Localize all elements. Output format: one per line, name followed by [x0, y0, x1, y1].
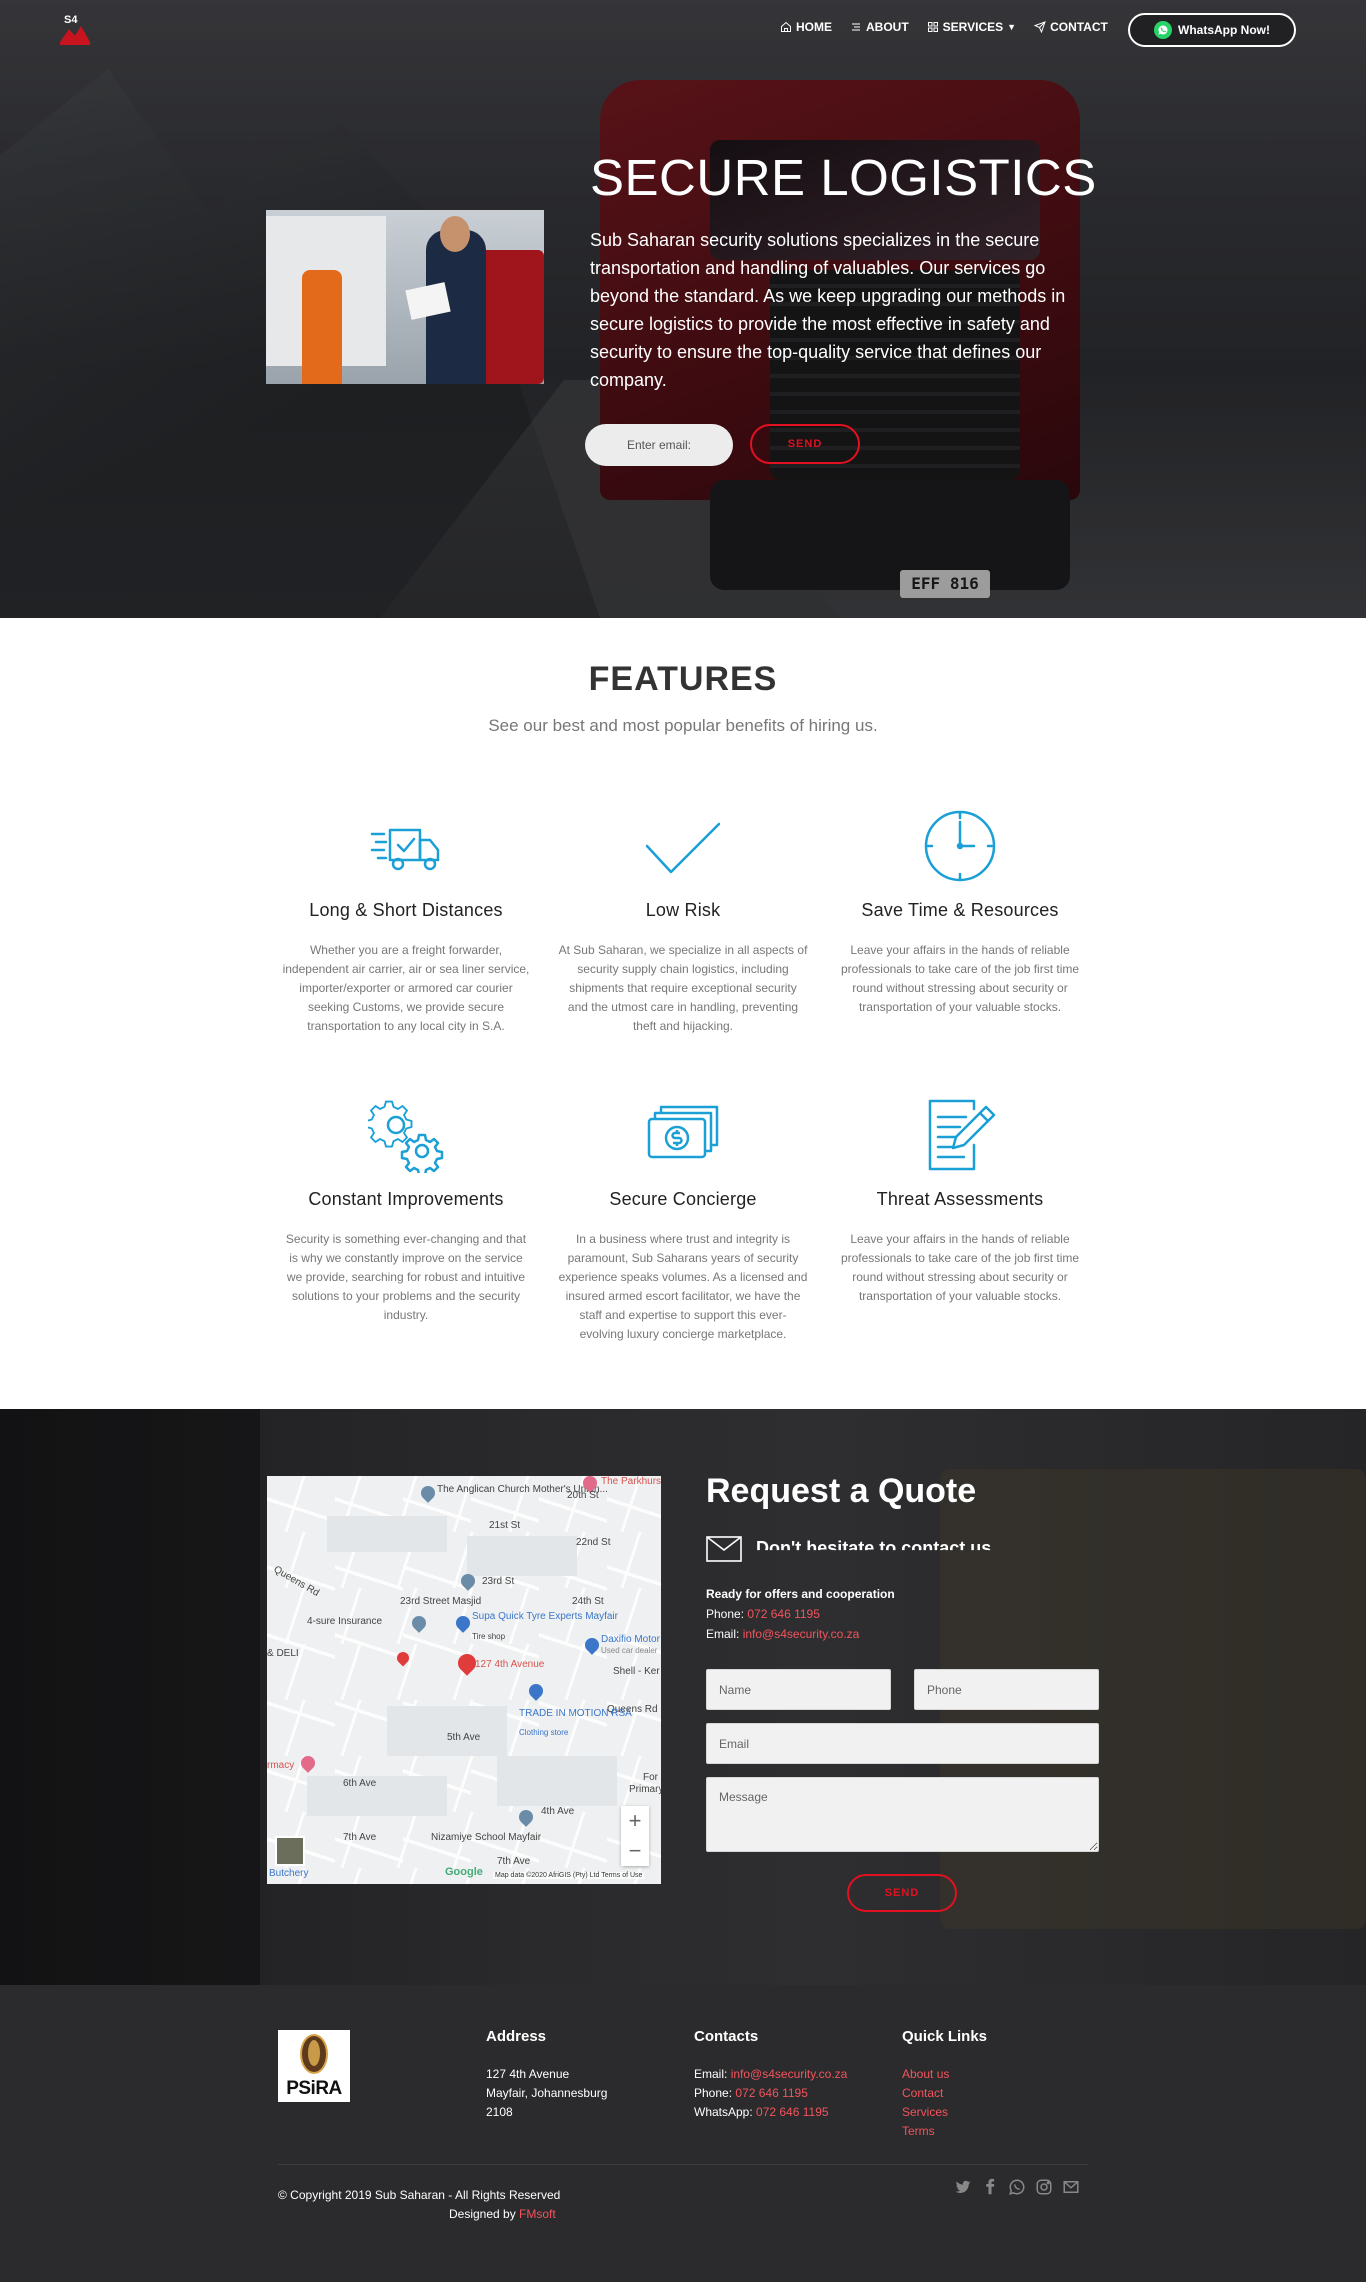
feature-card: Secure Concierge In a business where tru… — [558, 1097, 808, 1344]
feature-text: Leave your affairs in the hands of relia… — [840, 1232, 1080, 1303]
map-zoom-out-button[interactable]: − — [621, 1836, 649, 1866]
nav-contact-label: CONTACT — [1050, 20, 1108, 34]
footer-contacts-title: Contacts — [694, 2028, 759, 2045]
checkmark-icon — [645, 808, 721, 884]
whatsapp-now-button[interactable]: WhatsApp Now! — [1128, 13, 1296, 47]
feature-title: Threat Assessments — [876, 1189, 1044, 1209]
facebook-icon[interactable] — [981, 2178, 999, 2196]
main-menu: HOME ABOUT SERVICES ▼ CONTACT — [780, 20, 1108, 34]
quote-send-button[interactable]: SEND — [847, 1874, 957, 1912]
nav-home-label: HOME — [796, 20, 832, 34]
send-icon — [1034, 21, 1046, 33]
chevron-down-icon: ▼ — [1007, 22, 1017, 32]
feature-title: Save Time & Resources — [861, 900, 1059, 920]
footer-quick-links-title: Quick Links — [902, 2028, 988, 2045]
footer-phone-link[interactable]: 072 646 1195 — [735, 2086, 808, 2100]
logo-text: S4 — [64, 14, 78, 26]
top-navbar: S4 HOME ABOUT SERVICES ▼ CONTACT WhatsAp… — [0, 0, 1366, 60]
quote-ready-text: Ready for offers and cooperation — [706, 1587, 895, 1601]
feature-card: Long & Short Distances Whether you are a… — [281, 808, 531, 1036]
google-logo: Google — [445, 1866, 483, 1878]
message-field[interactable] — [706, 1777, 1099, 1852]
money-icon — [645, 1097, 721, 1173]
footer-whatsapp-link[interactable]: 072 646 1195 — [756, 2105, 829, 2119]
feature-text: Leave your affairs in the hands of relia… — [840, 943, 1080, 1014]
hero-section: EFF 816 S4 HOME ABOUT SERVICES ▼ CONTACT… — [0, 0, 1366, 618]
quote-section — [0, 1409, 1366, 1985]
feature-card: Save Time & Resources Leave your affairs… — [835, 808, 1085, 1017]
quote-phone-link[interactable]: 072 646 1195 — [747, 1607, 820, 1621]
footer-contacts: Contacts Email: info@s4security.co.za Ph… — [694, 2028, 848, 2119]
feature-title: Long & Short Distances — [309, 900, 503, 920]
footer-address: Address 127 4th Avenue Mayfair, Johannes… — [486, 2028, 608, 2119]
map-zoom-controls: + − — [621, 1806, 649, 1866]
designer-link[interactable]: FMsoft — [519, 2207, 556, 2221]
site-logo[interactable]: S4 — [60, 14, 94, 46]
feature-title: Low Risk — [645, 900, 721, 920]
designed-by-text: Designed by FMsoft — [449, 2207, 556, 2221]
feature-card: Threat Assessments Leave your affairs in… — [835, 1097, 1085, 1306]
footer-address-title: Address — [486, 2028, 547, 2045]
nav-about[interactable]: ABOUT — [850, 20, 909, 34]
list-icon — [852, 23, 860, 31]
whatsapp-icon[interactable] — [1008, 2178, 1026, 2196]
footer-divider — [278, 2164, 1088, 2165]
quote-title: Request a Quote — [706, 1472, 977, 1510]
nav-contact[interactable]: CONTACT — [1034, 20, 1108, 34]
google-map[interactable]: The Anglican Church Mother's Union... Th… — [267, 1476, 661, 1884]
feature-card: Low Risk At Sub Saharan, we specialize i… — [558, 808, 808, 1036]
whatsapp-button-label: WhatsApp Now! — [1178, 23, 1270, 37]
feature-text: In a business where trust and integrity … — [558, 1232, 808, 1341]
clock-icon — [922, 808, 998, 884]
nav-services[interactable]: SERVICES ▼ — [927, 20, 1016, 34]
features-title: FEATURES — [588, 660, 778, 698]
footer-email-link[interactable]: info@s4security.co.za — [731, 2067, 848, 2081]
name-field[interactable] — [706, 1669, 891, 1710]
instagram-icon[interactable] — [1035, 2178, 1053, 2196]
psira-logo: PSiRA — [278, 2030, 350, 2102]
twitter-icon[interactable] — [954, 2178, 972, 2196]
map-zoom-in-button[interactable]: + — [621, 1806, 649, 1836]
map-attribution[interactable]: Map data ©2020 AfriGIS (Pty) Ltd Terms o… — [493, 1872, 645, 1879]
site-footer — [0, 1985, 1366, 2282]
nav-about-label: ABOUT — [866, 20, 909, 34]
home-icon — [781, 21, 791, 32]
psira-logo-text: PSiRA — [286, 2078, 342, 2099]
truck-icon — [368, 808, 444, 884]
envelope-icon — [706, 1536, 742, 1562]
footer-quick-links: Quick Links About us Contact Services Te… — [902, 2028, 987, 2141]
feature-text: Security is something ever-changing and … — [285, 1232, 527, 1322]
map-satellite-toggle[interactable] — [275, 1836, 305, 1866]
footer-link-terms[interactable]: Terms — [902, 2122, 987, 2141]
nav-home[interactable]: HOME — [780, 20, 832, 34]
feature-text: Whether you are a freight forwarder, ind… — [282, 943, 530, 1033]
document-edit-icon — [922, 1097, 998, 1173]
whatsapp-icon — [1154, 21, 1172, 39]
footer-link-services[interactable]: Services — [902, 2103, 987, 2122]
feature-title: Secure Concierge — [609, 1189, 757, 1209]
mail-icon[interactable] — [1062, 2178, 1080, 2196]
footer-link-contact[interactable]: Contact — [902, 2084, 987, 2103]
hero-title: SECURE LOGISTICS — [590, 149, 1097, 206]
quote-email: Email: info@s4security.co.za — [706, 1627, 860, 1641]
email-field[interactable] — [706, 1723, 1099, 1764]
hero-description: Sub Saharan security solutions specializ… — [590, 230, 1066, 390]
feature-title: Constant Improvements — [308, 1189, 504, 1209]
features-subtitle: See our best and most popular benefits o… — [488, 716, 878, 735]
security-officer-photo — [266, 210, 544, 384]
footer-link-about[interactable]: About us — [902, 2065, 987, 2084]
social-links — [954, 2178, 1080, 2196]
phone-field[interactable] — [914, 1669, 1099, 1710]
quote-phone: Phone: 072 646 1195 — [706, 1607, 820, 1621]
hero-email-input[interactable] — [585, 424, 733, 466]
feature-text: At Sub Saharan, we specialize in all asp… — [558, 943, 808, 1033]
gears-icon — [365, 1097, 444, 1177]
quote-email-link[interactable]: info@s4security.co.za — [743, 1627, 860, 1641]
hero-send-button[interactable]: SEND — [750, 424, 860, 464]
copyright-text: © Copyright 2019 Sub Saharan - All Right… — [278, 2188, 561, 2202]
grid-icon — [927, 22, 938, 32]
nav-services-label: SERVICES — [942, 20, 1004, 34]
feature-card: Constant Improvements Security is someth… — [281, 1097, 531, 1325]
